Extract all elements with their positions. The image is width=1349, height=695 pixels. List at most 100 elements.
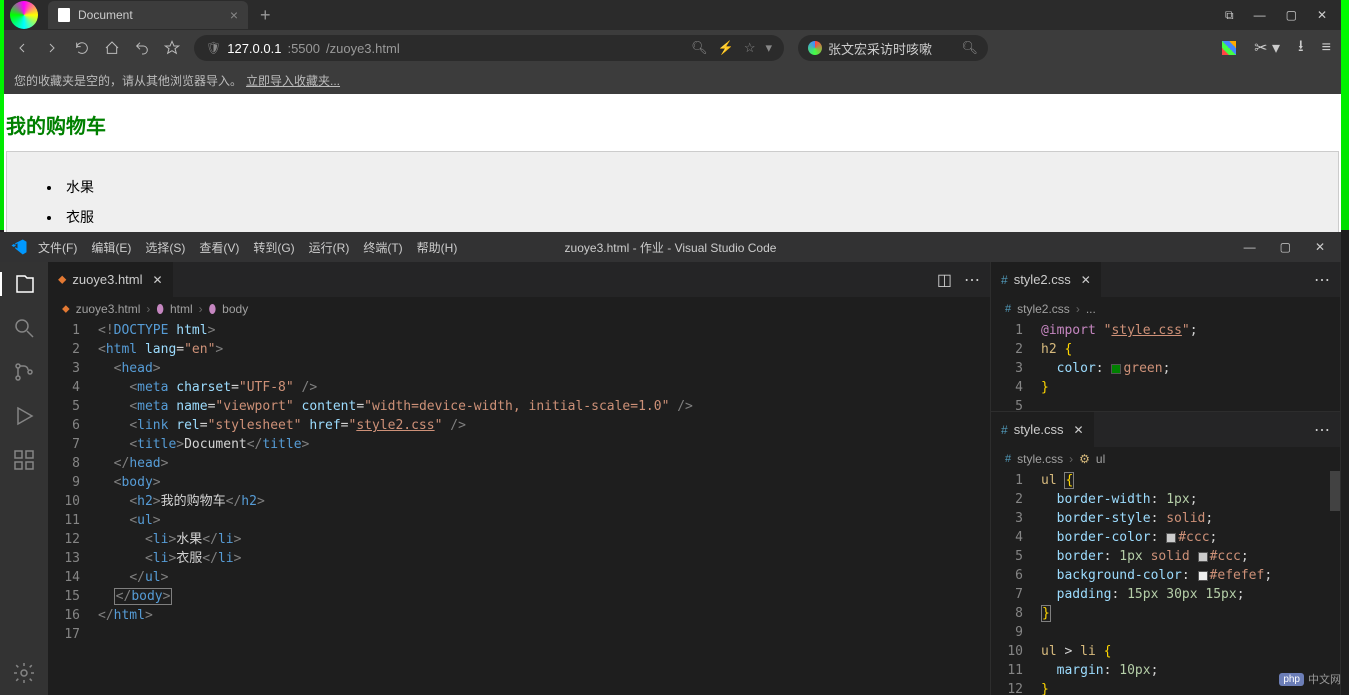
search-placeholder: 张文宏采访时咳嗽 [828, 39, 932, 58]
watermark-text: 中文网 [1308, 671, 1341, 687]
window-title: zuoye3.html - 作业 - Visual Studio Code [565, 239, 777, 256]
chevron-right-icon: › [199, 302, 203, 316]
file-icon [58, 8, 70, 22]
settings-gear-icon[interactable] [12, 661, 36, 685]
editor-tab-label: style.css [1014, 422, 1064, 437]
scissors-icon[interactable]: ✂ ▾ [1254, 38, 1280, 58]
close-icon[interactable]: ✕ [1074, 423, 1084, 437]
chevron-right-icon: › [1076, 302, 1080, 316]
menu-edit[interactable]: 编辑(E) [91, 239, 131, 256]
flash-icon[interactable]: ⚡ [718, 40, 734, 56]
html-file-icon: ⬥ [58, 272, 66, 287]
site-info-icon[interactable]: 🛡 [206, 41, 221, 55]
back-button[interactable] [14, 40, 30, 56]
breadcrumb-item[interactable]: ul [1096, 452, 1105, 466]
menu-help[interactable]: 帮助(H) [417, 239, 458, 256]
close-icon[interactable]: ✕ [153, 273, 163, 287]
menu-icon[interactable]: ≡ [1322, 39, 1331, 57]
close-icon[interactable]: ✕ [1081, 273, 1091, 287]
breadcrumb-item[interactable]: style2.css [1017, 302, 1070, 316]
menu-file[interactable]: 文件(F) [38, 239, 77, 256]
close-window-icon[interactable]: ✕ [1317, 8, 1327, 23]
minimize-icon[interactable]: — [1244, 240, 1256, 254]
menu-selection[interactable]: 选择(S) [145, 239, 185, 256]
breadcrumb-item[interactable]: zuoye3.html [76, 302, 141, 316]
forward-button[interactable] [44, 40, 60, 56]
breadcrumb[interactable]: # style.css › ⚙ ul [991, 447, 1340, 471]
search-in-page-icon[interactable]: 🔍︎ [691, 40, 708, 56]
download-icon[interactable]: ⭳ [1298, 35, 1304, 62]
maximize-icon[interactable]: ▢ [1280, 240, 1291, 254]
search-box[interactable]: 张文宏采访时咳嗽 🔍︎ [798, 35, 988, 61]
vscode-titlebar: 文件(F) 编辑(E) 选择(S) 查看(V) 转到(G) 运行(R) 终端(T… [0, 232, 1341, 262]
dropdown-icon[interactable]: ▾ [765, 40, 772, 56]
search-engine-icon [808, 41, 822, 55]
search-icon[interactable]: 🔍︎ [961, 40, 978, 56]
search-icon[interactable] [12, 316, 36, 340]
window-controls: ⧉ — ▢ ✕ [1225, 8, 1341, 23]
menu-run[interactable]: 运行(R) [309, 239, 350, 256]
url-port: :5500 [287, 41, 320, 56]
more-actions-icon[interactable]: ⋯ [1314, 420, 1330, 440]
breadcrumb-item[interactable]: html [170, 302, 193, 316]
favorite-icon[interactable]: ☆ [744, 40, 756, 56]
list-item: 水果 [47, 177, 1298, 197]
home-button[interactable] [104, 40, 120, 56]
url-actions: 🔍︎ ⚡ ☆ ▾ [691, 40, 772, 56]
import-bookmarks-link[interactable]: 立即导入收藏夹... [246, 72, 340, 89]
browser-tab[interactable]: Document × [48, 1, 248, 29]
line-numbers: 12345 [991, 321, 1041, 411]
source-control-icon[interactable] [12, 360, 36, 384]
breadcrumb[interactable]: # style2.css › ... [991, 297, 1340, 321]
reload-button[interactable] [74, 40, 90, 56]
editor-tab-zuoye3[interactable]: ⬥ zuoye3.html ✕ [48, 262, 174, 297]
explorer-icon[interactable] [0, 272, 48, 296]
bookmark-star-icon[interactable] [164, 40, 180, 56]
picture-in-picture-icon[interactable]: ⧉ [1225, 8, 1234, 23]
css-file-icon: # [1001, 273, 1008, 287]
browser-nav-bar: 🛡 127.0.0.1:5500/zuoye3.html 🔍︎ ⚡ ☆ ▾ 张文… [4, 30, 1341, 66]
new-tab-button[interactable]: + [248, 5, 283, 26]
editor-pane-style2: # style2.css ✕ ⋯ # style2.css › ... [991, 262, 1341, 412]
run-debug-icon[interactable] [12, 404, 36, 428]
breadcrumb-item[interactable]: style.css [1017, 452, 1063, 466]
editor-tab-style[interactable]: # style.css ✕ [991, 412, 1095, 447]
page-viewport: 我的购物车 水果 衣服 [4, 94, 1341, 232]
code-content[interactable]: ul { border-width: 1px; border-style: so… [1041, 471, 1340, 695]
vscode-logo-icon [10, 238, 28, 256]
element-icon: ⬮ [209, 302, 217, 317]
menu-terminal[interactable]: 终端(T) [363, 239, 402, 256]
extensions-icon[interactable] [12, 448, 36, 472]
css-file-icon: # [1001, 423, 1008, 437]
breadcrumb-item[interactable]: body [222, 302, 248, 316]
line-numbers: 1234567891011121314151617 [48, 321, 98, 695]
browser-logo-icon[interactable] [10, 1, 38, 29]
more-actions-icon[interactable]: ⋯ [1314, 270, 1330, 290]
breadcrumb[interactable]: ⬥ zuoye3.html › ⬮ html › ⬮ body [48, 297, 990, 321]
code-content[interactable]: @import "style.css"; h2 { color: green; … [1041, 321, 1340, 411]
code-content[interactable]: <!DOCTYPE html> <html lang="en"> <head> … [98, 321, 990, 695]
code-editor[interactable]: 123456789101112 ul { border-width: 1px; … [991, 471, 1340, 695]
line-numbers: 123456789101112 [991, 471, 1041, 695]
more-actions-icon[interactable]: ⋯ [964, 270, 980, 290]
maximize-icon[interactable]: ▢ [1286, 8, 1297, 23]
menu-go[interactable]: 转到(G) [253, 239, 294, 256]
minimize-icon[interactable]: — [1254, 8, 1266, 23]
chevron-right-icon: › [1069, 452, 1073, 466]
code-editor[interactable]: 1234567891011121314151617 <!DOCTYPE html… [48, 321, 990, 695]
editor-tab-style2[interactable]: # style2.css ✕ [991, 262, 1102, 297]
close-icon[interactable]: ✕ [1315, 240, 1325, 254]
shopping-list: 水果 衣服 [6, 151, 1339, 232]
scrollbar[interactable] [1326, 471, 1340, 695]
element-icon: ⬮ [156, 302, 164, 317]
code-editor[interactable]: 12345 @import "style.css"; h2 { color: g… [991, 321, 1340, 411]
breadcrumb-item[interactable]: ... [1086, 302, 1096, 316]
split-editor-icon[interactable]: ◫ [937, 270, 952, 290]
url-bar[interactable]: 🛡 127.0.0.1:5500/zuoye3.html 🔍︎ ⚡ ☆ ▾ [194, 35, 784, 61]
undo-button[interactable] [134, 40, 150, 56]
editor-group-right: # style2.css ✕ ⋯ # style2.css › ... [991, 262, 1341, 695]
menu-view[interactable]: 查看(V) [199, 239, 239, 256]
bookmark-bar: 您的收藏夹是空的，请从其他浏览器导入。 立即导入收藏夹... [4, 66, 1341, 94]
apps-grid-icon[interactable] [1222, 41, 1236, 55]
close-icon[interactable]: × [230, 7, 238, 23]
